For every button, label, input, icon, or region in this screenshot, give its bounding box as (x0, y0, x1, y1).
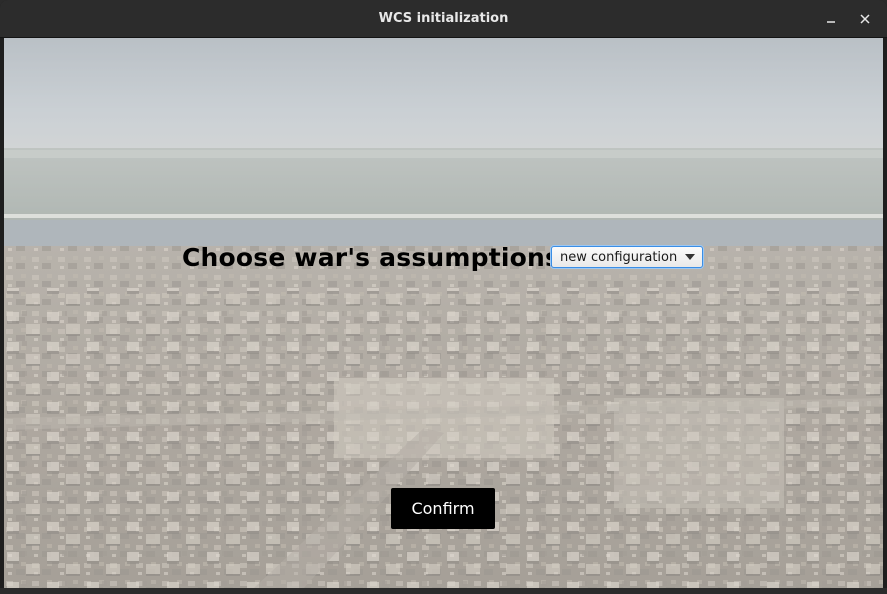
close-icon (860, 14, 870, 24)
page-title: Choose war's assumptions (182, 243, 561, 272)
close-button[interactable] (852, 6, 878, 32)
chevron-down-icon (685, 254, 695, 260)
minimize-button[interactable] (818, 6, 844, 32)
configuration-select[interactable]: new configuration (551, 246, 703, 268)
window-title: WCS initialization (378, 11, 509, 26)
title-bar[interactable]: WCS initialization (0, 0, 887, 38)
app-window: WCS initialization Choose war's assumpti… (0, 0, 887, 594)
window-bottom-border (0, 588, 887, 594)
main-content: Choose war's assumptions new configurati… (4, 38, 883, 588)
minimize-icon (827, 21, 835, 23)
confirm-button[interactable]: Confirm (391, 488, 495, 529)
configuration-select-value: new configuration (560, 250, 678, 265)
